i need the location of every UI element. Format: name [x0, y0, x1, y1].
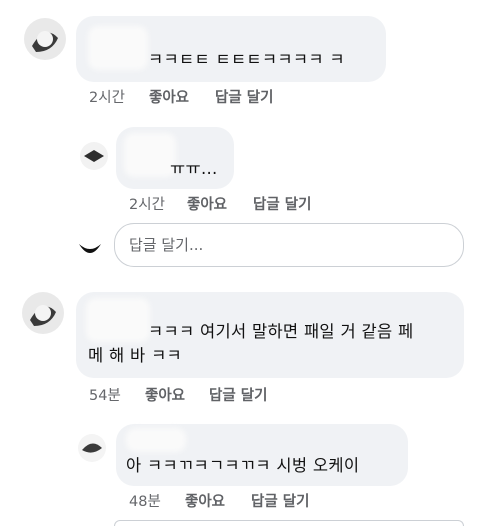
- comment-time: 48분: [129, 494, 161, 510]
- comment-bubble: 아 ㅋㅋㄲㅋㄱㅋㄲㅋ 시벙 오케이: [116, 424, 408, 486]
- reply-button[interactable]: 답글 달기: [251, 490, 309, 511]
- comment-meta: 2시간 좋아요 답글 달기: [89, 86, 273, 107]
- comment-text-line2: 메 해 바 ㅋㅋ: [88, 346, 183, 365]
- reply-button[interactable]: 답글 달기: [253, 193, 311, 214]
- comment-bubble: ㅠㅠ...: [116, 127, 234, 189]
- like-button[interactable]: 좋아요: [185, 490, 225, 511]
- avatar[interactable]: [20, 290, 66, 336]
- comment-time: 2시간: [89, 90, 125, 106]
- redacted-name: [126, 428, 186, 452]
- comment-text: 아 ㅋㅋㄲㅋㄱㅋㄲㅋ 시벙 오케이: [126, 456, 360, 475]
- comment-bubble: ㅋㅋㅋ 여기서 말하면 패일 거 같음 페 메 해 바 ㅋㅋ: [76, 292, 464, 378]
- redacted-name: [124, 133, 176, 177]
- reply-button[interactable]: 답글 달기: [215, 86, 273, 107]
- avatar[interactable]: [22, 16, 68, 62]
- comment-meta: 48분 좋아요 답글 달기: [129, 490, 309, 511]
- like-button[interactable]: 좋아요: [149, 86, 189, 107]
- comment-meta: 2시간 좋아요 답글 달기: [129, 193, 311, 214]
- redacted-name: [86, 298, 150, 342]
- like-button[interactable]: 좋아요: [145, 384, 185, 405]
- comment-meta: 54분 좋아요 답글 달기: [89, 384, 267, 405]
- like-button[interactable]: 좋아요: [187, 193, 227, 214]
- next-reply-input-box[interactable]: [114, 520, 464, 526]
- avatar[interactable]: [78, 140, 110, 172]
- reply-input[interactable]: [115, 224, 463, 266]
- reply-button[interactable]: 답글 달기: [209, 384, 267, 405]
- redacted-name: [88, 26, 148, 70]
- avatar[interactable]: [76, 432, 108, 464]
- comment-bubble: ㅋㅋㅌㅌ ㅌㅌㅌㅋㅋㅋㅋ ㅋ: [76, 16, 386, 82]
- comment-time: 54분: [89, 388, 121, 404]
- comment-text: ㅠㅠ...: [170, 159, 218, 178]
- comment-text-line1: ㅋㅋㅋ 여기서 말하면 패일 거 같음 페: [148, 322, 414, 341]
- avatar: [76, 232, 104, 260]
- reply-input-box[interactable]: [114, 223, 464, 267]
- comment-text: ㅋㅋㅌㅌ ㅌㅌㅌㅋㅋㅋㅋ ㅋ: [148, 50, 345, 69]
- comment-time: 2시간: [129, 197, 165, 213]
